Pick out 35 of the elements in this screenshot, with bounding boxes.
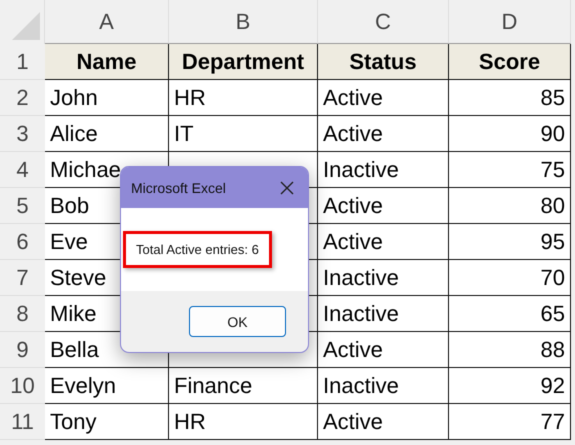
table-cell: Finance [169,368,318,404]
table-cell: John [45,80,169,116]
table-cell: Evelyn [45,368,169,404]
table-cell: Inactive [318,296,449,332]
message-text: Total Active entries: 6 [123,231,272,268]
header-cell: Department [169,44,318,80]
table-cell: 77 [449,404,571,440]
table-cell: Alice [45,116,169,152]
table-cell: 92 [449,368,571,404]
table-cell: 65 [449,296,571,332]
table-cell: Inactive [318,260,449,296]
table-cell: IT [169,116,318,152]
table-cell: Inactive [318,152,449,188]
table-cell: Active [318,224,449,260]
table-cell: 88 [449,332,571,368]
table-cell: 80 [449,188,571,224]
table-cell: 75 [449,152,571,188]
header-cell: Score [449,44,571,80]
table-cell: Active [318,404,449,440]
header-cell: Name [45,44,169,80]
table-cell: 95 [449,224,571,260]
table-cell: Tony [45,404,169,440]
table-cell: 70 [449,260,571,296]
table-cell: Active [318,116,449,152]
close-icon[interactable] [280,180,294,194]
table-cell: 90 [449,116,571,152]
table-cell: HR [169,80,318,116]
header-cell: Status [318,44,449,80]
table-cell: HR [169,404,318,440]
table-cell: Inactive [318,368,449,404]
table-cell: Active [318,80,449,116]
table-cell: Active [318,188,449,224]
table-cell: Active [318,332,449,368]
table-cell: 85 [449,80,571,116]
ok-button[interactable]: OK [189,306,286,337]
